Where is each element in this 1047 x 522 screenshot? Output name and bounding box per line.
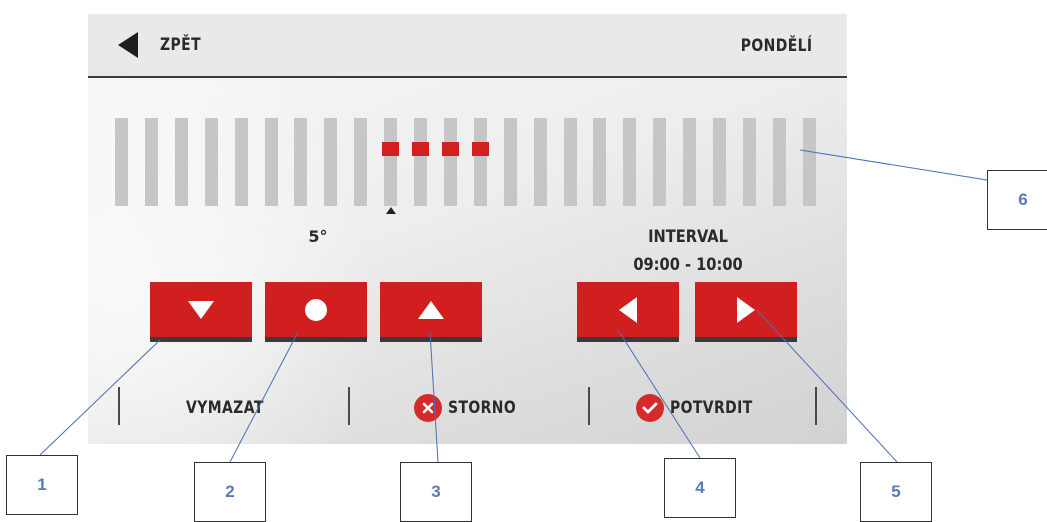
hour-bar (593, 118, 607, 206)
callout-2: 2 (194, 462, 266, 522)
callout-number: 1 (37, 475, 47, 494)
hour-bar (443, 118, 457, 206)
hour-bar (414, 118, 427, 206)
triangle-up-icon (418, 300, 444, 319)
hour-bar (742, 118, 756, 206)
hour-bar (533, 118, 547, 206)
hour-bar (354, 118, 368, 206)
hour-bar (683, 118, 697, 206)
hour-bar (115, 118, 128, 206)
hour-bar (623, 118, 637, 206)
callout-3: 3 (400, 462, 472, 522)
back-label: ZPĚT (160, 35, 201, 55)
hour-bar (713, 118, 726, 206)
schedule-mark (471, 142, 489, 156)
hour-bar (324, 118, 338, 206)
callout-number: 6 (1018, 190, 1028, 209)
confirm-check-icon (636, 394, 664, 422)
hour-bar (384, 118, 398, 206)
delete-label: VYMAZAT (186, 398, 264, 418)
triangle-left-icon (619, 296, 637, 323)
callout-1: 1 (6, 455, 78, 515)
hour-bar (653, 118, 667, 206)
hour-bars[interactable] (115, 118, 825, 206)
interval-time: 09:00 - 10:00 (633, 255, 743, 275)
previous-interval-button[interactable] (577, 282, 679, 342)
schedule-mark (412, 142, 429, 156)
callout-number: 3 (431, 482, 441, 501)
hour-bar (772, 118, 786, 206)
footer-bar: VYMAZAT STORNO POTVRDIT (88, 379, 847, 444)
confirm-label: POTVRDIT (670, 398, 753, 418)
decrease-button[interactable] (150, 282, 252, 342)
footer-divider (588, 387, 590, 425)
cursor-arrow-icon (385, 207, 396, 214)
callout-5: 5 (860, 462, 932, 522)
cancel-label: STORNO (448, 398, 517, 418)
hour-bar (174, 118, 188, 206)
triangle-right-icon (737, 296, 755, 323)
next-interval-button[interactable] (695, 282, 797, 342)
day-label: PONDĚLÍ (741, 36, 813, 56)
schedule-mark (382, 142, 400, 156)
delete-button[interactable]: VYMAZAT (186, 393, 281, 423)
footer-divider (118, 387, 120, 425)
callout-number: 2 (225, 482, 235, 501)
increase-button[interactable] (380, 282, 482, 342)
hour-bar (503, 118, 517, 206)
back-button[interactable]: ZPĚT (118, 28, 210, 62)
hour-bar (294, 118, 308, 206)
footer-divider (348, 387, 350, 425)
hour-bar (144, 118, 158, 206)
hour-bar (234, 118, 248, 206)
triangle-down-icon (188, 300, 214, 319)
cancel-button[interactable]: STORNO (414, 393, 531, 423)
dot-icon (305, 298, 327, 321)
callout-4: 4 (664, 458, 736, 518)
header-bar: ZPĚT PONDĚLÍ (88, 14, 847, 78)
temperature-value: 5° (308, 227, 328, 246)
footer-divider (815, 387, 817, 425)
callout-6: 6 (987, 170, 1047, 230)
hour-bar (473, 118, 487, 206)
cancel-x-icon (414, 394, 442, 422)
schedule-screen: ZPĚT PONDĚLÍ 5° INTERVAL 09:00 - 10:00 V… (88, 14, 847, 444)
hour-bar (204, 118, 218, 206)
hour-bar (563, 118, 577, 206)
set-button[interactable] (265, 282, 367, 342)
schedule-mark (441, 142, 459, 156)
hour-bar (264, 118, 278, 206)
callout-number: 5 (891, 482, 901, 501)
confirm-button[interactable]: POTVRDIT (636, 393, 771, 423)
back-arrow-icon (118, 32, 138, 58)
callout-number: 4 (695, 478, 705, 497)
interval-label: INTERVAL (648, 227, 728, 247)
hour-bar (802, 118, 816, 206)
